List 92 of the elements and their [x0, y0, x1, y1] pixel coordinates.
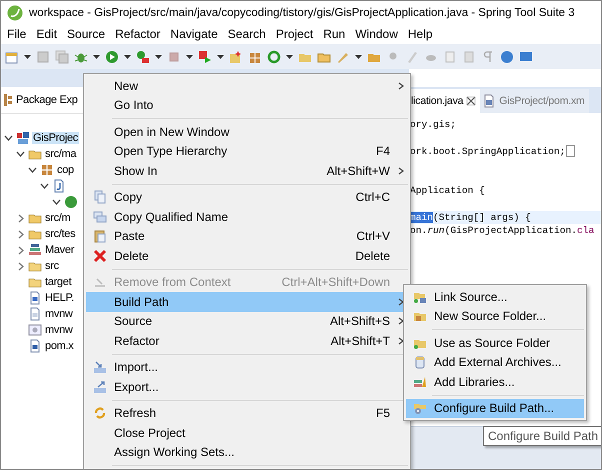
pilcrow-icon — [481, 50, 495, 64]
menu-bar-item[interactable]: Source — [63, 27, 112, 41]
menu-bar-item[interactable]: File — [3, 27, 32, 41]
dropdown-arrow-icon — [217, 54, 224, 58]
copy-icon — [93, 210, 107, 224]
menu-item[interactable]: New Source Folder... — [406, 306, 584, 326]
menu-item[interactable]: Close Project — [86, 423, 408, 442]
app-logo-icon — [7, 4, 23, 20]
tree-item[interactable]: mvnw — [44, 308, 74, 320]
project-icon — [16, 131, 30, 145]
dropdown-arrow-icon — [286, 54, 293, 58]
save-all-icon — [55, 50, 69, 64]
delete-icon — [93, 248, 107, 263]
menu-item[interactable]: Assign Working Sets... — [86, 442, 408, 462]
editor-tab[interactable]: lication.java — [409, 89, 480, 113]
chevron-down-icon — [28, 167, 37, 173]
globe-icon — [500, 50, 514, 64]
code-line: on.run(GisProjectApplication.cla — [410, 224, 594, 238]
tree-item[interactable]: src/m — [44, 212, 72, 224]
menu-item[interactable]: Add External Archives... — [406, 352, 584, 372]
menu-bar-item[interactable]: Project — [272, 27, 320, 41]
save-icon — [36, 50, 50, 64]
chevron-down-icon — [40, 183, 49, 189]
menu-item[interactable]: Open in New Window — [86, 122, 408, 142]
tooltip: Configure Build Path — [483, 426, 601, 446]
menu-item[interactable]: Configure Build Path... — [406, 398, 584, 418]
monitor-icon — [519, 50, 533, 64]
menu-bar-item[interactable]: Run — [319, 27, 352, 41]
package-explorer-icon — [3, 93, 13, 107]
tree-item[interactable]: GisProjec — [32, 132, 79, 144]
fold-marker[interactable] — [566, 145, 576, 158]
document-icon — [443, 50, 457, 64]
menu-item[interactable]: Show In Alt+Shift+W — [86, 161, 408, 180]
library-icon — [28, 243, 42, 257]
menu-bar-item[interactable]: Refactor — [111, 27, 166, 41]
chevron-down-icon — [4, 135, 13, 141]
java-file-icon — [52, 179, 66, 193]
menu-bar-item[interactable]: Search — [224, 27, 272, 41]
window-title: workspace - GisProject/src/main/java/copycoding/tistory/gis/GisProjectApplication.java - Spring Tool Suite 3 — [29, 6, 575, 18]
tree-item[interactable]: src/tes — [44, 228, 76, 240]
menu-item[interactable]: Open Type Hierarchy F4 — [86, 142, 408, 161]
import-icon — [93, 360, 107, 374]
menu-item[interactable]: Go Into — [86, 96, 408, 115]
package-explorer-tab[interactable]: Package Exp — [16, 94, 78, 106]
maven-file-icon — [482, 94, 496, 108]
chevron-down-icon — [16, 151, 25, 157]
menu-item[interactable]: Link Source... — [406, 287, 584, 306]
jar-icon — [413, 355, 427, 370]
tree-item[interactable]: src — [44, 260, 60, 272]
copy-icon — [93, 190, 107, 204]
menu-bar-item[interactable]: Help — [404, 27, 439, 41]
tree-item[interactable]: pom.x — [44, 340, 74, 352]
menu-item[interactable]: Copy Qualified Name — [86, 207, 408, 226]
tree-item[interactable]: Maver — [44, 244, 76, 256]
dropdown-arrow-icon — [124, 54, 131, 58]
menu-item[interactable]: Delete Delete — [86, 246, 408, 266]
document-icon — [462, 50, 476, 64]
clipboard-icon — [93, 229, 107, 244]
run-icon — [105, 50, 119, 64]
menu-bar-item[interactable]: Edit — [32, 27, 64, 41]
menu-item[interactable]: Add Libraries... — [406, 372, 584, 392]
menu-item[interactable]: New — [86, 76, 408, 96]
dropdown-arrow-icon — [155, 54, 162, 58]
tree-item[interactable]: src/ma — [44, 148, 78, 160]
code-line: ork.boot.SpringApplication; — [410, 144, 566, 158]
stop-icon — [167, 50, 181, 64]
class-icon — [64, 195, 78, 209]
export-icon — [93, 380, 107, 394]
chevron-down-icon — [52, 199, 61, 205]
menu-bar-item[interactable]: Window — [351, 27, 404, 41]
code-line: ory.gis; — [410, 118, 456, 132]
code-line: Application { — [410, 184, 485, 198]
dropdown-arrow-icon — [93, 54, 100, 58]
menu-bar-item[interactable]: Navigate — [166, 27, 224, 41]
launch-icon — [198, 50, 212, 64]
new-project-icon — [229, 50, 243, 64]
dropdown-arrow-icon — [186, 54, 193, 58]
menu-item[interactable]: Copy Ctrl+C — [86, 188, 408, 207]
dropdown-arrow-icon — [24, 54, 31, 58]
maven-file-icon — [28, 339, 42, 353]
text-file-icon — [28, 307, 42, 321]
tree-item[interactable]: target — [44, 276, 72, 288]
dropdown-arrow-icon — [355, 54, 362, 58]
editor-tab[interactable]: GisProject/pom.xm — [480, 89, 589, 113]
menu-item[interactable]: Paste Ctrl+V — [86, 226, 408, 246]
menu-item[interactable]: Use as Source Folder — [406, 333, 584, 352]
tree-item[interactable]: cop — [56, 164, 75, 176]
package-icon — [40, 163, 54, 177]
tree-item[interactable]: mvnw — [44, 324, 74, 336]
document-icon — [28, 291, 42, 305]
tree-item[interactable]: HELP. — [44, 292, 75, 304]
new-window-icon — [5, 50, 19, 64]
